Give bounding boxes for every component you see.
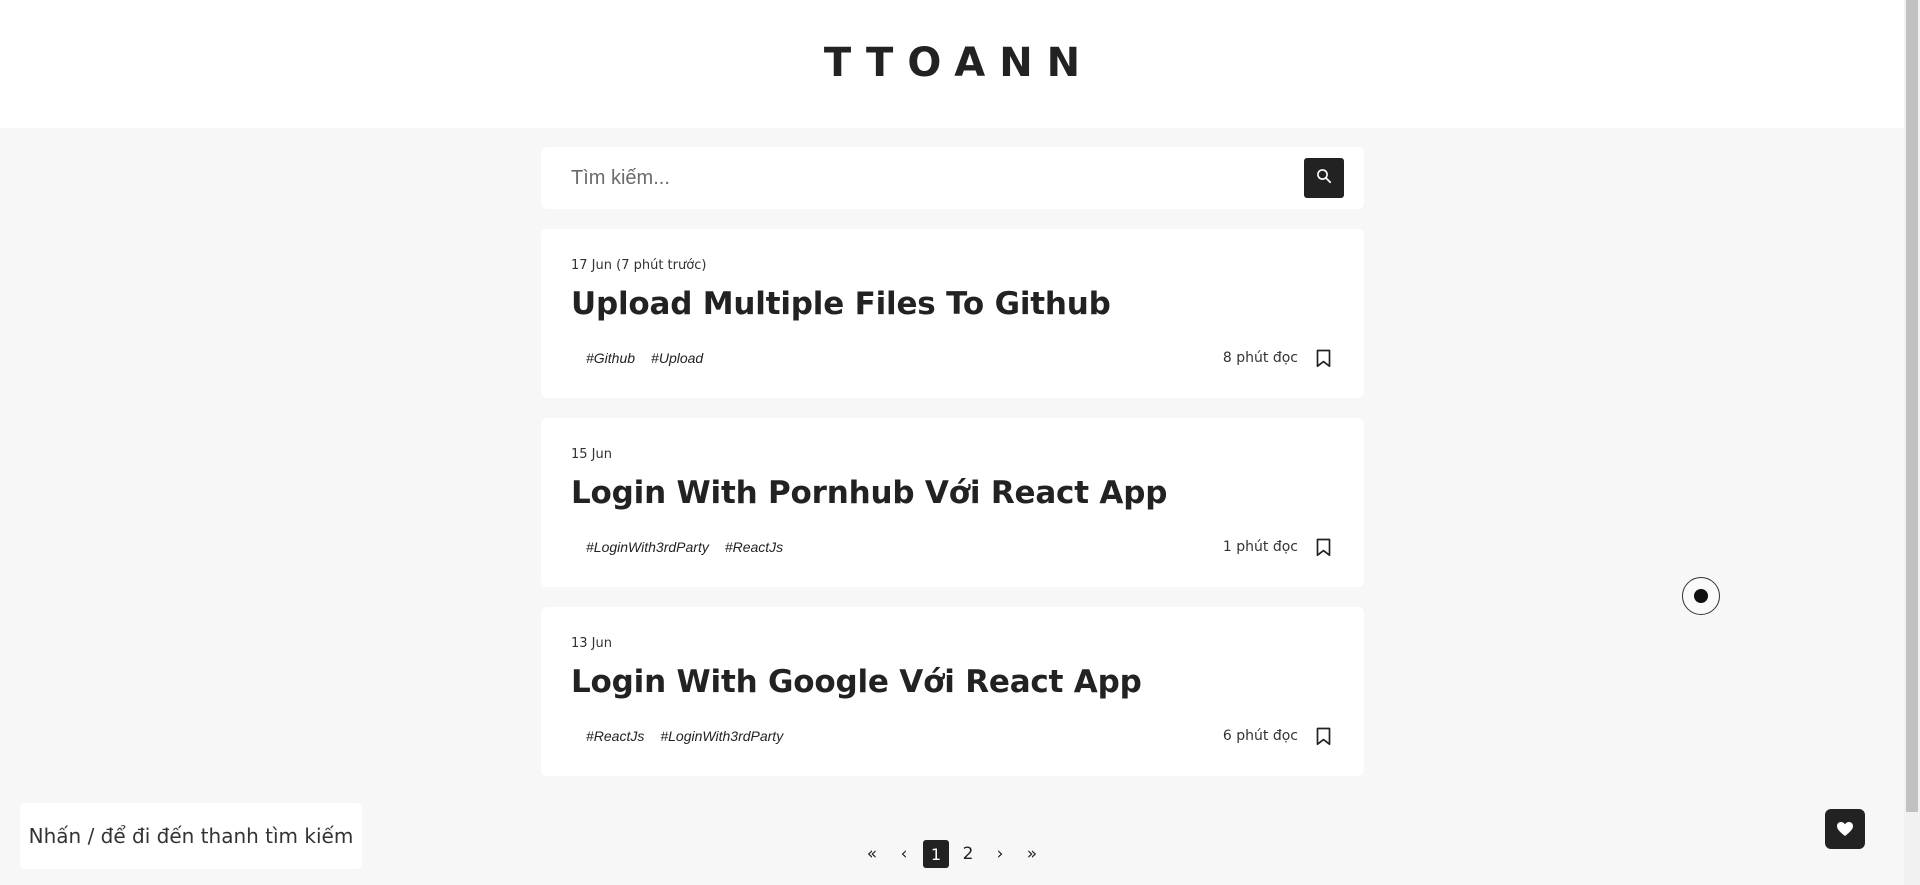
post-footer: #ReactJs #LoginWith3rdParty 6 phút đọc	[571, 725, 1332, 747]
post-meta: 1 phút đọc	[1223, 537, 1332, 557]
post-meta: 6 phút đọc	[1223, 726, 1332, 746]
post-card[interactable]: 17 Jun (7 phút trước) Upload Multiple Fi…	[541, 229, 1364, 398]
scrollbar-thumb[interactable]	[1906, 0, 1918, 812]
post-card[interactable]: 15 Jun Login With Pornhub Với React App …	[541, 418, 1364, 587]
bookmark-button[interactable]	[1314, 537, 1332, 557]
post-title[interactable]: Login With Google Với React App	[571, 662, 1332, 702]
bookmark-button[interactable]	[1314, 348, 1332, 368]
first-page-button[interactable]: «	[859, 840, 885, 868]
next-page-button[interactable]: ›	[987, 840, 1013, 868]
tag-link[interactable]: #LoginWith3rdParty	[660, 728, 783, 744]
search-input[interactable]	[571, 166, 1271, 190]
prev-page-button[interactable]: ‹	[891, 840, 917, 868]
post-tags: #ReactJs #LoginWith3rdParty	[571, 728, 799, 744]
last-page-button[interactable]: »	[1019, 840, 1045, 868]
page-button-1[interactable]: 1	[923, 840, 949, 868]
post-title[interactable]: Login With Pornhub Với React App	[571, 473, 1332, 513]
search-bar	[541, 147, 1364, 209]
page: TTOANN 17 Jun (7 phút trước) Upload Mult…	[0, 0, 1920, 885]
read-time: 8 phút đọc	[1222, 350, 1298, 366]
hint-text: Nhấn / để đi đến thanh tìm kiếm	[28, 824, 354, 848]
post-list: 17 Jun (7 phút trước) Upload Multiple Fi…	[541, 147, 1364, 776]
post-footer: #LoginWith3rdParty #ReactJs 1 phút đọc	[571, 536, 1332, 558]
post-meta: 8 phút đọc	[1223, 348, 1332, 368]
tag-link[interactable]: #ReactJs	[586, 728, 644, 744]
bookmark-icon	[1316, 349, 1330, 367]
read-time: 1 phút đọc	[1222, 539, 1298, 555]
bookmark-icon	[1316, 727, 1330, 745]
cursor-dot	[1694, 589, 1708, 603]
read-time: 6 phút đọc	[1222, 728, 1298, 744]
post-tags: #Github #Upload	[571, 350, 719, 366]
post-date: 13 Jun	[571, 636, 612, 651]
search-icon	[1316, 168, 1332, 188]
heart-icon	[1837, 822, 1853, 836]
site-header: TTOANN	[0, 0, 1904, 128]
site-logo[interactable]: TTOANN	[810, 40, 1094, 86]
post-date: 15 Jun	[571, 447, 612, 462]
post-tags: #LoginWith3rdParty #ReactJs	[571, 539, 799, 555]
tag-link[interactable]: #LoginWith3rdParty	[586, 539, 709, 555]
like-button[interactable]	[1825, 809, 1865, 849]
bookmark-icon	[1316, 538, 1330, 556]
page-button-2[interactable]: 2	[955, 840, 981, 868]
tag-link[interactable]: #Github	[586, 350, 635, 366]
bookmark-button[interactable]	[1314, 726, 1332, 746]
keyboard-hint-toast: Nhấn / để đi đến thanh tìm kiếm	[20, 803, 362, 869]
custom-cursor-indicator	[1682, 577, 1720, 615]
post-date: 17 Jun (7 phút trước)	[571, 258, 707, 273]
post-title[interactable]: Upload Multiple Files To Github	[571, 284, 1332, 324]
tag-link[interactable]: #Upload	[651, 350, 703, 366]
search-button[interactable]	[1304, 158, 1344, 198]
tag-link[interactable]: #ReactJs	[725, 539, 783, 555]
post-footer: #Github #Upload 8 phút đọc	[571, 347, 1332, 369]
scrollbar[interactable]	[1904, 0, 1920, 885]
post-card[interactable]: 13 Jun Login With Google Với React App #…	[541, 607, 1364, 776]
